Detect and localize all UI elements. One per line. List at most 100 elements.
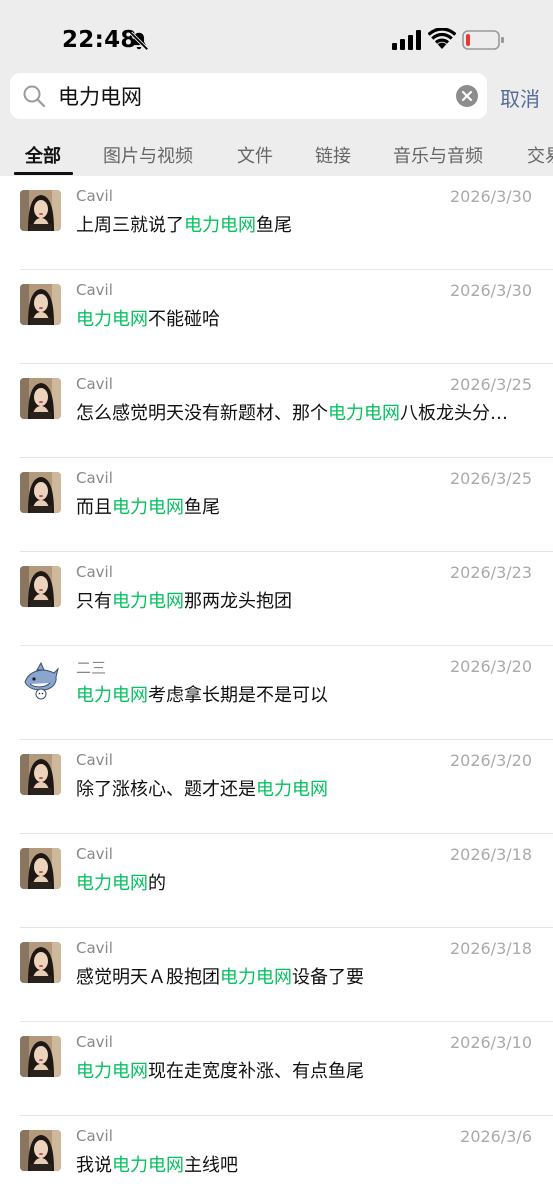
- result-row[interactable]: Cavil 2026/3/20 除了涨核心、题才还是电力电网: [0, 740, 553, 834]
- message-snippet: 怎么感觉明天没有新题材、那个电力电网八板龙头分…: [76, 399, 534, 425]
- filter-tabs: 全部 图片与视频 文件 链接 音乐与音频 交易: [0, 132, 553, 176]
- snippet-text: 而且: [76, 497, 112, 518]
- keyword-highlight: 电力电网: [112, 1155, 184, 1176]
- avatar[interactable]: [20, 190, 61, 231]
- message-snippet: 电力电网考虑拿长期是不是可以: [76, 681, 534, 707]
- sender-name: 二三: [76, 659, 107, 677]
- keyword-highlight: 电力电网: [76, 1061, 148, 1082]
- sender-name: Cavil: [76, 375, 113, 393]
- status-bar: 22:48: [0, 0, 553, 70]
- message-date: 2026/3/18: [449, 845, 532, 864]
- keyword-highlight: 电力电网: [112, 591, 184, 612]
- message-date: 2026/3/30: [449, 187, 532, 206]
- result-row[interactable]: Cavil 2026/3/30 上周三就说了电力电网鱼尾: [0, 176, 553, 270]
- message-date: 2026/3/20: [449, 657, 532, 676]
- avatar[interactable]: [20, 942, 61, 983]
- sender-name: Cavil: [76, 469, 113, 487]
- avatar[interactable]: [20, 1036, 61, 1077]
- keyword-highlight: 电力电网: [328, 403, 400, 424]
- search-bar[interactable]: [10, 73, 487, 119]
- snippet-text: 现在走宽度补涨、有点鱼尾: [148, 1061, 364, 1082]
- keyword-highlight: 电力电网: [256, 779, 328, 800]
- snippet-text: 鱼尾: [256, 215, 292, 236]
- message-date: 2026/3/25: [449, 469, 532, 488]
- message-date: 2026/3/25: [449, 375, 532, 394]
- sender-name: Cavil: [76, 281, 113, 299]
- tab-all[interactable]: 全部: [25, 142, 61, 168]
- snippet-text: 不能碰哈: [148, 309, 220, 330]
- cancel-button[interactable]: 取消: [500, 83, 540, 112]
- message-snippet: 而且电力电网鱼尾: [76, 493, 534, 519]
- avatar[interactable]: [20, 378, 61, 419]
- tab-photos-videos[interactable]: 图片与视频: [103, 142, 193, 168]
- sender-name: Cavil: [76, 1033, 113, 1051]
- keyword-highlight: 电力电网: [76, 685, 148, 706]
- snippet-text: 鱼尾: [184, 497, 220, 518]
- tab-links[interactable]: 链接: [315, 142, 351, 168]
- message-date: 2026/3/20: [449, 751, 532, 770]
- snippet-text: 我说: [76, 1155, 112, 1176]
- result-row[interactable]: Cavil 2026/3/25 而且电力电网鱼尾: [0, 458, 553, 552]
- search-input[interactable]: [58, 79, 438, 113]
- sender-name: Cavil: [76, 751, 113, 769]
- result-row[interactable]: Cavil 2026/3/25 怎么感觉明天没有新题材、那个电力电网八板龙头分…: [0, 364, 553, 458]
- snippet-text: 主线吧: [184, 1155, 238, 1176]
- message-snippet: 电力电网现在走宽度补涨、有点鱼尾: [76, 1057, 534, 1083]
- result-row[interactable]: Cavil 2026/3/23 只有电力电网那两龙头抱团: [0, 552, 553, 646]
- message-snippet: 我说电力电网主线吧: [76, 1151, 534, 1177]
- keyword-highlight: 电力电网: [112, 497, 184, 518]
- status-time: 22:48: [62, 27, 137, 53]
- tab-transactions[interactable]: 交易: [527, 142, 553, 168]
- search-icon: [23, 85, 46, 108]
- message-snippet: 感觉明天Ａ股抱团电力电网设备了要: [76, 963, 534, 989]
- message-date: 2026/3/10: [449, 1033, 532, 1052]
- cellular-signal-icon: [392, 30, 421, 50]
- result-row[interactable]: Cavil 2026/3/18 电力电网的: [0, 834, 553, 928]
- tab-files[interactable]: 文件: [237, 142, 273, 168]
- message-date: 2026/3/30: [449, 281, 532, 300]
- sender-name: Cavil: [76, 1127, 113, 1145]
- avatar[interactable]: [20, 848, 61, 889]
- avatar[interactable]: [20, 1130, 61, 1171]
- result-row[interactable]: Cavil 2026/3/18 感觉明天Ａ股抱团电力电网设备了要: [0, 928, 553, 1022]
- snippet-text: 上周三就说了: [76, 215, 184, 236]
- sender-name: Cavil: [76, 563, 113, 581]
- snippet-text: 那两龙头抱团: [184, 591, 292, 612]
- message-snippet: 只有电力电网那两龙头抱团: [76, 587, 534, 613]
- message-snippet: 除了涨核心、题才还是电力电网: [76, 775, 534, 801]
- keyword-highlight: 电力电网: [220, 967, 292, 988]
- keyword-highlight: 电力电网: [76, 309, 148, 330]
- active-tab-indicator: [14, 172, 73, 175]
- snippet-text: 怎么感觉明天没有新题材、那个: [76, 403, 328, 424]
- snippet-text: 八板龙头分…: [400, 403, 508, 424]
- sender-name: Cavil: [76, 187, 113, 205]
- result-row[interactable]: Cavil 2026/3/6 我说电力电网主线吧: [0, 1116, 553, 1200]
- message-snippet: 上周三就说了电力电网鱼尾: [76, 211, 534, 237]
- result-row[interactable]: 二三 2026/3/20 电力电网考虑拿长期是不是可以: [0, 646, 553, 740]
- message-snippet: 电力电网不能碰哈: [76, 305, 534, 331]
- keyword-highlight: 电力电网: [76, 873, 148, 894]
- wifi-icon: [428, 28, 456, 49]
- shark-cartoon-avatar[interactable]: [20, 660, 61, 701]
- clear-search-icon[interactable]: [456, 85, 478, 107]
- snippet-text: 除了涨核心、题才还是: [76, 779, 256, 800]
- battery-low-icon: [462, 30, 504, 50]
- bell-off-icon: [129, 31, 149, 51]
- search-results-list: Cavil 2026/3/30 上周三就说了电力电网鱼尾 Cavil 2026/3/30…: [0, 176, 553, 1200]
- snippet-text: 考虑拿长期是不是可以: [148, 685, 328, 706]
- result-row[interactable]: Cavil 2026/3/10 电力电网现在走宽度补涨、有点鱼尾: [0, 1022, 553, 1116]
- avatar[interactable]: [20, 472, 61, 513]
- message-date: 2026/3/18: [449, 939, 532, 958]
- message-date: 2026/3/23: [449, 563, 532, 582]
- avatar[interactable]: [20, 566, 61, 607]
- avatar[interactable]: [20, 754, 61, 795]
- sender-name: Cavil: [76, 939, 113, 957]
- keyword-highlight: 电力电网: [184, 215, 256, 236]
- tab-music-audio[interactable]: 音乐与音频: [393, 142, 483, 168]
- header: 22:48 电力电网 取消 全部 图片与视频 文件 链接 音乐与音频 交: [0, 0, 553, 176]
- sender-name: Cavil: [76, 845, 113, 863]
- avatar[interactable]: [20, 284, 61, 325]
- message-date: 2026/3/6: [460, 1127, 532, 1146]
- snippet-text: 感觉明天Ａ股抱团: [76, 967, 220, 988]
- result-row[interactable]: Cavil 2026/3/30 电力电网不能碰哈: [0, 270, 553, 364]
